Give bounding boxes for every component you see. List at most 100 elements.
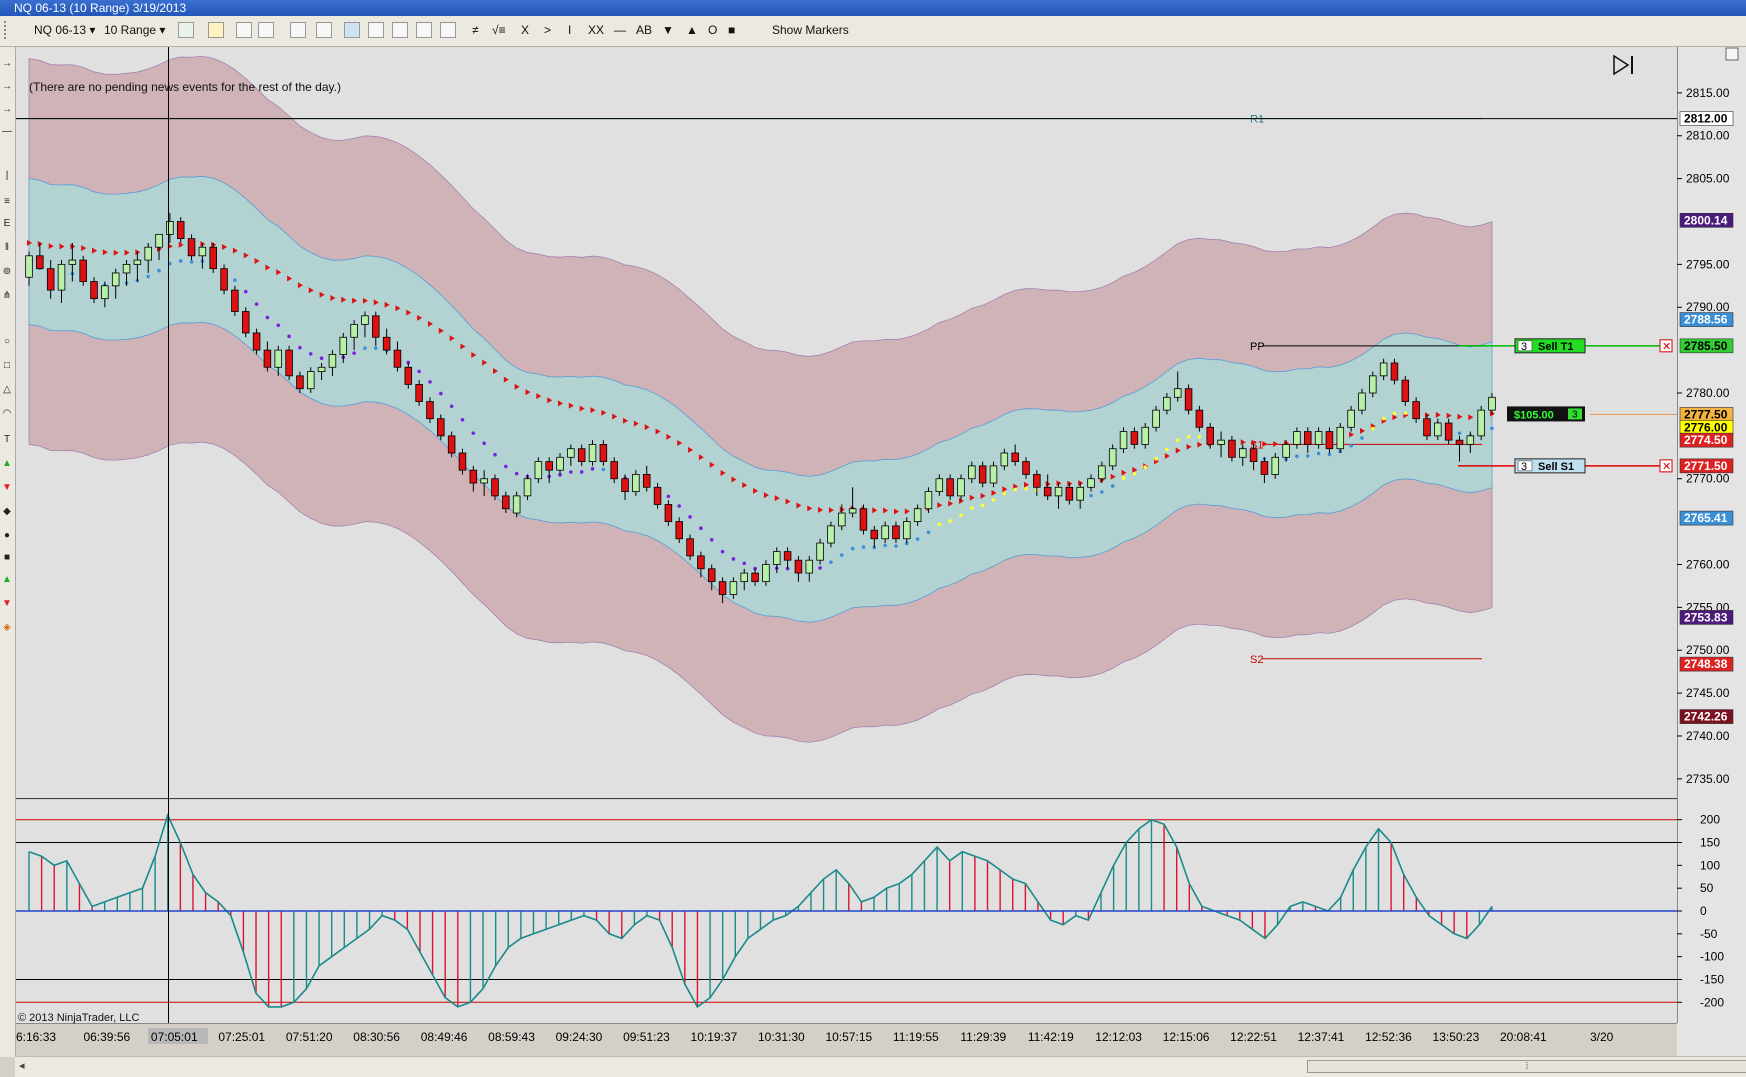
candle-up [729,581,738,595]
candle-up [827,525,835,544]
candle-up [166,221,174,235]
candle-up [588,444,597,462]
candle-up [307,371,315,390]
candle-down [36,255,44,270]
candle-down [783,551,792,561]
candle-down [1455,439,1464,445]
candle-down [1249,448,1258,462]
news-text: (There are no pending news events for th… [29,80,341,94]
trend-dot [1457,431,1462,436]
candle-down [1444,422,1453,441]
candle-up [903,521,911,540]
candle-down [707,568,716,583]
candle-up [1336,426,1345,450]
trend-dot [915,537,920,541]
y-tick-label: 2810.00 [1686,129,1730,143]
candle-down [1401,379,1410,402]
x-tick-label: 07:51:20 [286,1030,333,1044]
trend-dot [157,268,161,273]
trend-dot [883,543,887,548]
trend-dot [298,345,302,350]
candle-down [458,452,467,471]
trend-dot [970,506,974,510]
trend-dot [1197,435,1202,439]
candle-up [68,259,77,265]
trend-dot [839,553,844,557]
time-axis: 6:16:33 06:39:56 07:05:01 07:25:01 07:51:20 0… [16,1028,1614,1044]
y-tick-label: 2735.00 [1686,772,1730,786]
candle-down [263,349,272,368]
candle-up [1293,431,1301,445]
order-qty: 3 [1521,341,1527,353]
candle-down [1423,418,1431,437]
candle-down [469,469,478,484]
trend-dot [471,431,476,435]
candle-up [1434,422,1442,437]
candle-down [1390,362,1399,381]
candle-up [1054,486,1063,497]
candle-up [111,272,120,287]
candle-down [610,461,618,480]
hist-y-tick-label: -50 [1700,927,1718,941]
trend-dot [265,315,270,320]
y-tick-label: 2795.00 [1686,257,1730,271]
candle-up [556,456,564,471]
candle-up [935,478,944,492]
scroll-left-icon[interactable]: ◂ [19,1059,25,1072]
trend-dot [287,334,291,339]
x-tick-label: 11:19:55 [893,1030,939,1044]
trend-dot [1186,434,1191,439]
chart-canvas[interactable]: R1PPS1S2 2815.002810.002805.002795.00279… [0,0,1746,1076]
trend-dot [818,566,822,570]
trend-dot [948,519,952,523]
cancel-order-glyph: ✕ [1662,341,1671,353]
candle-up [1282,444,1290,458]
trend-dot [1024,486,1028,491]
candle-down [1304,431,1312,445]
candle-up [1358,392,1366,411]
trend-dot [742,561,747,566]
x-tick-label: 11:29:39 [960,1030,1006,1044]
hist-y-tick-label: -150 [1700,972,1724,986]
candle-down [491,478,499,497]
candle-up [740,572,749,583]
trend-dot [980,503,985,508]
candle-down [90,281,98,300]
candle-up [512,495,521,514]
candle-down [664,504,673,523]
x-tick-label: 10:19:37 [691,1030,738,1044]
candle-up [133,259,142,265]
candle-down [1022,461,1030,475]
trend-dot [959,513,963,518]
candle-up [1108,448,1117,467]
trend-dot [1013,487,1017,492]
trend-dot [482,441,486,446]
trend-dot [1295,454,1299,458]
candle-up [632,474,640,492]
trend-dot [428,380,432,384]
candle-down [502,495,510,510]
trend-dot [449,404,454,409]
candle-down [718,581,727,595]
candle-down [686,538,694,557]
trend-dot [254,302,259,306]
price-marker-label: 2800.14 [1684,213,1728,227]
trend-dot [417,369,421,374]
candle-down [621,478,629,492]
candle-up [155,233,163,248]
hist-y-tick-label: 150 [1700,836,1720,850]
candle-up [361,315,369,325]
candle-down [209,246,217,270]
trend-dot [1305,454,1310,458]
price-axis-bg [1677,47,1746,1056]
hist-y-tick-label: 100 [1700,858,1720,872]
candle-up [122,263,131,274]
horizontal-scrollbar[interactable]: ◂ ⦙ [15,1056,1746,1077]
panel-maximize-icon[interactable] [1725,47,1739,61]
x-tick-label: 09:24:30 [556,1030,603,1044]
candle-up [1271,456,1280,475]
candle-down [1130,431,1139,445]
copyright-text: © 2013 NinjaTrader, LLC [18,1012,139,1024]
candle-down [285,349,293,377]
scrollbar-thumb[interactable]: ⦙ [1307,1060,1746,1073]
